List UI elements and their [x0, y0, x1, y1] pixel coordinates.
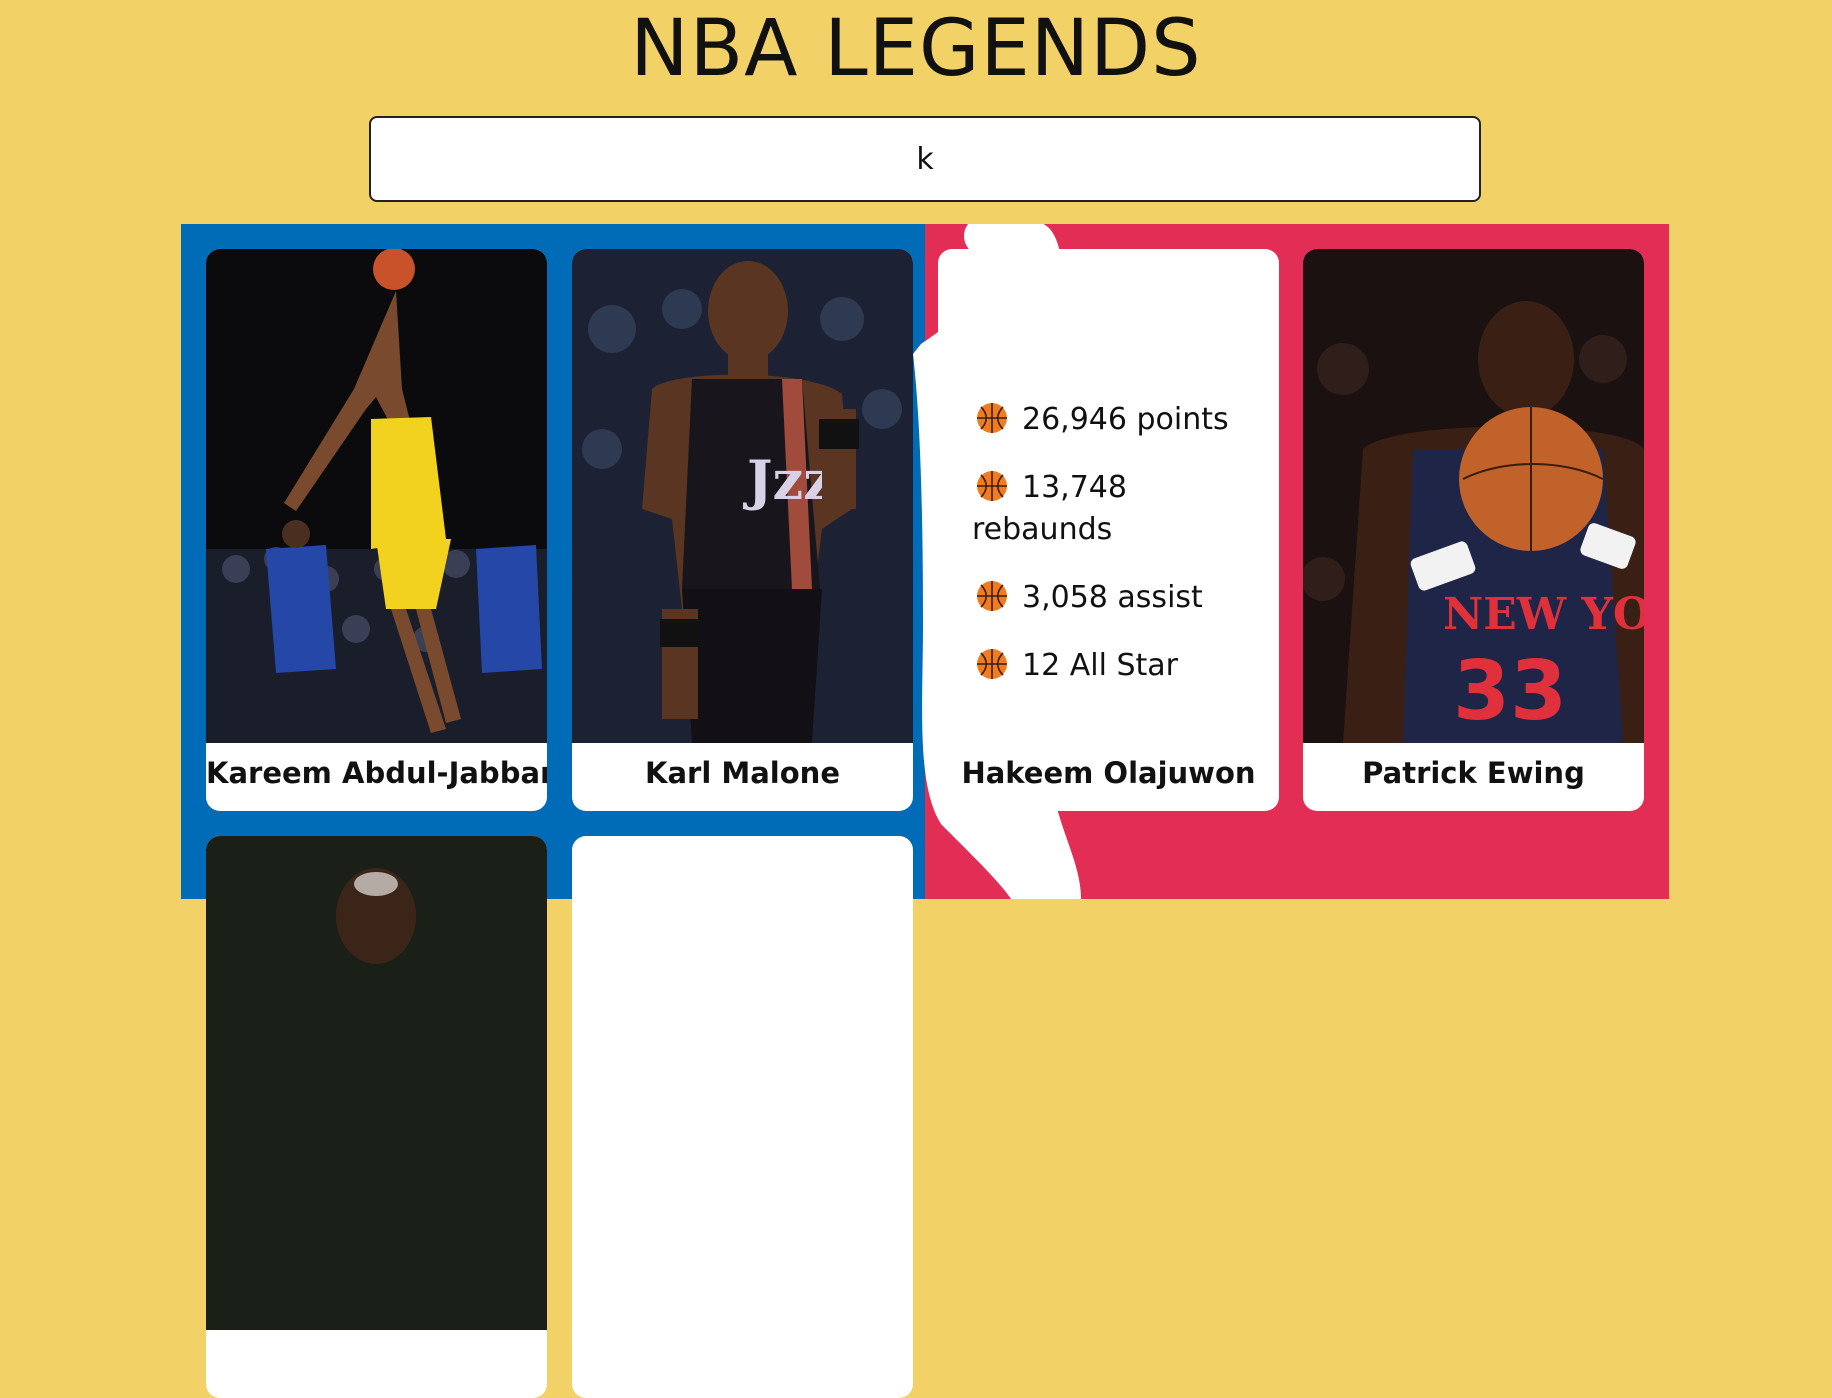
player-name: Patrick Ewing — [1362, 756, 1585, 790]
player-card[interactable]: Kareem Abdul-Jabbar — [206, 249, 547, 811]
stat-text: 26,946 points — [1022, 402, 1229, 437]
stat-text: 12 All Star — [1022, 648, 1178, 683]
stat-rebounds: 13,748 rebaunds — [972, 467, 1262, 551]
player-name — [572, 1330, 913, 1398]
svg-text:33: 33 — [1453, 644, 1567, 739]
stat-all-star: 12 All Star — [972, 645, 1262, 687]
player-stats: 26,946 points 13,748 rebaunds 3,058 assi… — [972, 399, 1262, 713]
player-card[interactable] — [206, 836, 547, 1398]
player-photo: Jzz — [572, 249, 913, 743]
basketball-icon — [976, 648, 1008, 680]
player-photo — [206, 249, 547, 743]
player-photo — [206, 836, 547, 1330]
player-photo: NEW YO 33 — [1303, 249, 1644, 743]
stat-assists: 3,058 assist — [972, 577, 1262, 619]
page-title: NBA LEGENDS — [630, 4, 1202, 94]
basketball-icon — [976, 402, 1008, 434]
svg-text:Jzz: Jzz — [743, 448, 834, 512]
player-card[interactable] — [572, 836, 913, 1398]
player-card[interactable]: Jzz Karl Malone — [572, 249, 913, 811]
player-name — [206, 1330, 547, 1398]
player-card[interactable]: 26,946 points 13,748 rebaunds 3,058 assi… — [938, 249, 1279, 811]
basketball-icon — [976, 580, 1008, 612]
stat-text: 3,058 assist — [1022, 580, 1203, 615]
search-input[interactable] — [369, 116, 1481, 202]
svg-text:NEW YO: NEW YO — [1443, 589, 1644, 640]
basketball-icon — [976, 470, 1008, 502]
player-name: Hakeem Olajuwon — [961, 756, 1256, 790]
player-card[interactable]: NEW YO 33 Patrick Ewing — [1303, 249, 1644, 811]
player-name: Kareem Abdul-Jabbar — [206, 756, 547, 790]
player-name: Karl Malone — [645, 756, 840, 790]
stat-points: 26,946 points — [972, 399, 1262, 441]
